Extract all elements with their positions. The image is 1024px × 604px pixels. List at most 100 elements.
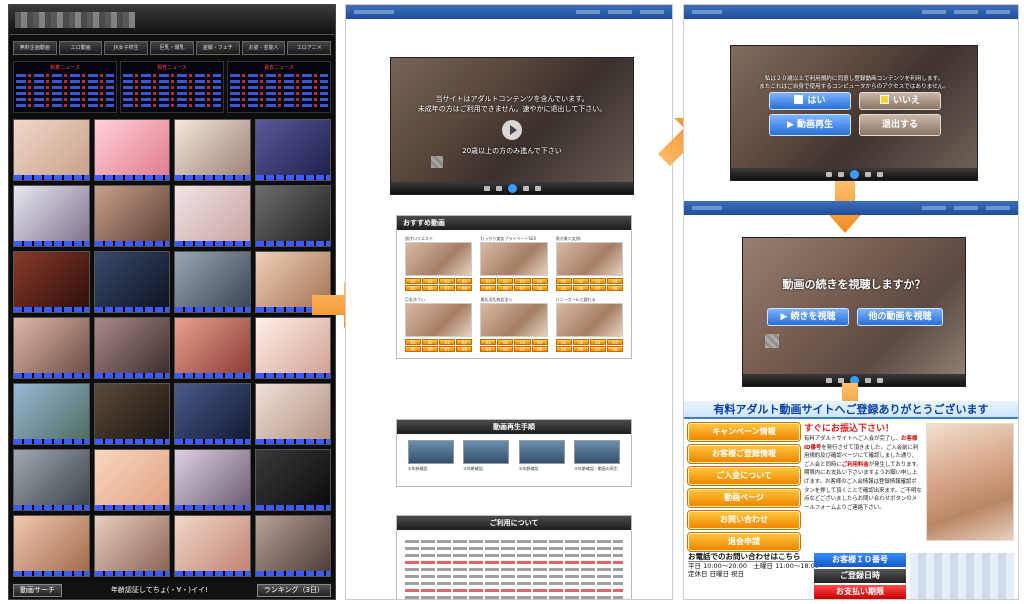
recommended-box: おすすめ動画 過ぎロリエステ 01 02 03 04 05 06 07 08 むっちり美女プライ… [396,215,632,359]
other-video-button[interactable]: 他の動画を視聴 [857,308,943,326]
continue-player: 動画の続きを視聴しますか？ ▶ 続きを視聴 他の動画を視聴 [742,237,966,387]
nav-item[interactable]: エロ動画 [58,41,103,55]
play-video-button[interactable]: ▶ 動画再生 [769,114,851,136]
checkbox-checked-icon[interactable] [879,95,889,104]
video-thumbnail[interactable] [93,449,170,511]
site-header [9,5,335,35]
ranking-button[interactable]: ランキング（3日） [256,583,331,597]
video-thumbnail[interactable] [13,251,90,313]
video-thumbnail[interactable] [13,317,90,379]
top-bar [346,5,672,19]
menu-video-page[interactable]: 動画ページ [688,489,800,507]
recommended-title: おすすめ動画 [397,216,631,230]
msg-part: が発生しております。期限内にお支払い下さいますようお願い申し上げます。お客様のご… [804,461,922,511]
continue-watch-button[interactable]: ▶ 続きを視聴 [767,308,849,326]
volume-icon[interactable] [534,185,541,191]
menu-unsubscribe[interactable]: 退会申請 [688,533,800,551]
video-thumbnail[interactable] [254,449,331,511]
video-thumbnail[interactable] [174,251,251,313]
video-thumbnail[interactable] [93,185,170,247]
recommended-item[interactable]: 過ぎ美少女J系 01 02 03 04 05 06 07 08 [555,236,623,291]
registration-page: 有料アダルト動画サイトへご登録ありがとうございます キャンペーン情報 お客様ご登… [684,401,1018,599]
video-thumbnail[interactable] [13,185,90,247]
recommended-item[interactable]: 過ぎロリエステ 01 02 03 04 05 06 07 08 [405,236,473,291]
video-thumbnail[interactable] [93,515,170,577]
video-search-button[interactable]: 動画サーチ [13,583,62,597]
composite-screenshot: 無料企画動画 エロ動画 JK女子校生 巨乳・爆乳 盗撮・フェチ お姿・芸能人 エ… [0,0,1024,604]
video-thumbnail[interactable] [174,119,251,181]
video-player[interactable]: 当サイトはアダルトコンテンツを含んでいます。 未成年の方はご利用できません。速や… [390,57,634,195]
play-button-icon[interactable] [507,183,517,193]
rewind-icon[interactable] [825,171,832,177]
volume-icon[interactable] [876,171,883,177]
news-column-title: 相性ニュース [157,65,187,71]
main-nav: 無料企画動画 エロ動画 JK女子校生 巨乳・爆乳 盗撮・フェチ お姿・芸能人 エ… [9,35,335,59]
panel-billing-flow: 私は２０歳以上で利用規約に同意し登録動画コンテンツを利用します。 またこれはご自… [683,4,1019,600]
recommended-item[interactable]: むっちり美女プライベートSEX 01 02 03 04 05 06 07 08 [480,236,548,291]
nav-item[interactable]: 盗撮・フェチ [195,41,240,55]
video-thumbnail[interactable] [13,449,90,511]
nav-item[interactable]: 無料企画動画 [13,41,57,55]
video-thumbnail[interactable] [13,383,90,445]
payment-deadline-button[interactable]: お支払い期限 [814,585,906,599]
recommended-item[interactable]: バニーガールと戯れる 01 02 03 04 05 06 07 08 [555,297,623,352]
customer-id-button[interactable]: お客様ＩＤ番号 [814,553,906,567]
site-logo-blurred [15,11,135,28]
video-thumbnail[interactable] [254,383,331,445]
video-thumbnail[interactable] [13,119,90,181]
menu-campaign[interactable]: キャンペーン情報 [688,423,800,441]
play-button-icon[interactable] [849,169,859,179]
stop-icon[interactable] [495,185,502,191]
video-thumbnail[interactable] [93,119,170,181]
video-thumbnail[interactable] [13,515,90,577]
news-section: 新着ニュース 相性ニュース 過去ニュース [9,59,335,115]
news-column: 相性ニュース [120,61,224,113]
stop-icon[interactable] [837,377,844,383]
terms-box: ご利用について [396,515,632,599]
rewind-icon[interactable] [483,185,490,191]
recommended-item[interactable]: 美乳淫乱痴女淫ら 01 02 03 04 05 06 07 08 [480,297,548,352]
video-thumbnail[interactable] [174,383,251,445]
player-controls [391,182,633,194]
forward-icon[interactable] [864,171,871,177]
howto-step: ②年齢確認 [463,440,510,480]
player-warning-line: 未成年の方はご利用できません。速やかに退出して下さい。 [417,105,607,113]
yes-button[interactable]: はい [769,92,851,110]
rewind-icon[interactable] [825,377,832,383]
exit-button[interactable]: 退出する [859,114,941,136]
video-thumbnail[interactable] [93,251,170,313]
menu-contact[interactable]: お問い合わせ [688,511,800,529]
age-verify-text: 年齢認証してちょ(・∀・)イイ! [110,586,208,594]
forward-icon[interactable] [864,377,871,383]
video-thumbnail[interactable] [93,317,170,379]
thumbnail-grid [9,115,335,581]
no-button[interactable]: いいえ [859,92,941,110]
panel-age-gate-site: 当サイトはアダルトコンテンツを含んでいます。 未成年の方はご利用できません。速や… [345,4,673,600]
video-thumbnail[interactable] [174,449,251,511]
checkbox-icon[interactable] [794,95,804,104]
menu-customer-info[interactable]: お客様ご登録情報 [688,445,800,463]
nav-item[interactable]: お姿・芸能人 [241,41,286,55]
nav-item[interactable]: JK女子校生 [104,41,149,55]
account-info-box: お客様ＩＤ番号 ご登録日時 お支払い期限 [814,553,906,599]
volume-icon[interactable] [876,377,883,383]
video-thumbnail[interactable] [174,185,251,247]
forward-icon[interactable] [522,185,529,191]
play-icon[interactable] [502,120,522,140]
video-thumbnail[interactable] [254,119,331,181]
stop-icon[interactable] [837,171,844,177]
recommended-item[interactable]: 巨乳ゆうい 01 02 03 04 05 06 07 08 [405,297,473,352]
news-column: 新着ニュース [13,61,117,113]
mosaic-blur [431,156,443,168]
registration-date-button[interactable]: ご登録日時 [814,569,906,583]
video-thumbnail[interactable] [174,317,251,379]
menu-payment[interactable]: ご入金について [688,467,800,485]
video-thumbnail[interactable] [174,515,251,577]
nav-item[interactable]: 巨乳・爆乳 [150,41,194,55]
panel-video-list-site: 無料企画動画 エロ動画 JK女子校生 巨乳・爆乳 盗撮・フェチ お姿・芸能人 エ… [8,4,336,600]
video-thumbnail[interactable] [254,185,331,247]
video-thumbnail[interactable] [93,383,170,445]
video-thumbnail[interactable] [254,515,331,577]
blurred-values [910,553,1014,599]
nav-item[interactable]: エロアニメ [287,41,332,55]
